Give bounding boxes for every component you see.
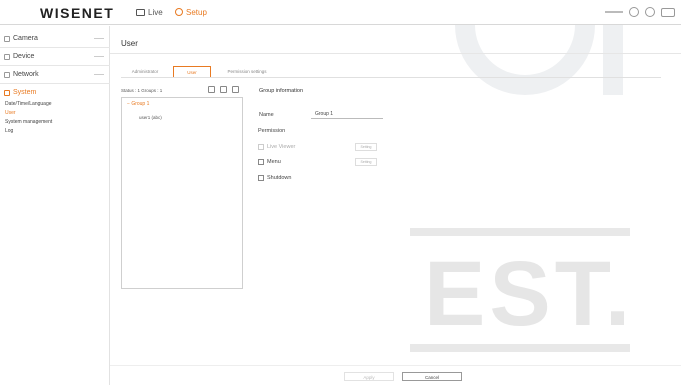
system-icon bbox=[4, 90, 10, 96]
user-tree bbox=[121, 97, 243, 289]
sidebar-item-camera[interactable]: Camera bbox=[0, 30, 110, 48]
app-window: EST. WISENET Live Setup Camera Device Ne… bbox=[0, 0, 681, 385]
permission-item-label: Shutdown bbox=[267, 175, 292, 181]
permission-menu: Menu bbox=[258, 159, 281, 165]
gear-icon bbox=[175, 8, 183, 16]
menu-line-icon bbox=[605, 11, 623, 13]
status-text: Status : 1 Groups : 1 bbox=[121, 88, 163, 93]
sidebar-item-network[interactable]: Network bbox=[0, 66, 110, 84]
live-viewer-checkbox[interactable] bbox=[258, 144, 264, 150]
watermark-text: EST. bbox=[424, 243, 635, 345]
live-viewer-setting-button[interactable]: Setting bbox=[355, 143, 377, 151]
permission-item-label: Menu bbox=[267, 159, 281, 165]
menu-setting-button[interactable]: Setting bbox=[355, 158, 377, 166]
menu-checkbox[interactable] bbox=[258, 159, 264, 165]
user-icon[interactable] bbox=[629, 7, 639, 17]
nav-setup[interactable]: Setup bbox=[175, 8, 207, 17]
tree-group-item[interactable]: − Group 1 bbox=[127, 101, 149, 107]
nav-live-label: Live bbox=[148, 8, 163, 17]
nav-setup-label: Setup bbox=[186, 8, 207, 17]
network-icon bbox=[4, 72, 10, 78]
logout-icon[interactable] bbox=[661, 7, 675, 17]
chevron-icon bbox=[94, 38, 104, 39]
sidebar-item-label: Camera bbox=[13, 35, 38, 42]
sidebar-item-device[interactable]: Device bbox=[0, 48, 110, 66]
help-icon[interactable] bbox=[645, 7, 655, 17]
divider bbox=[110, 53, 681, 54]
monitor-icon bbox=[136, 9, 145, 16]
shutdown-checkbox[interactable] bbox=[258, 175, 264, 181]
sidebar-item-label: Device bbox=[13, 53, 35, 60]
submenu-system-management[interactable]: System management bbox=[5, 119, 52, 125]
divider bbox=[110, 365, 681, 366]
chevron-icon bbox=[94, 74, 104, 75]
cancel-button[interactable]: Cancel bbox=[402, 372, 462, 381]
permission-label: Permission bbox=[258, 128, 286, 134]
tree-toolbar bbox=[208, 86, 239, 93]
apply-button[interactable]: Apply bbox=[344, 372, 394, 381]
sidebar-item-label: System bbox=[13, 89, 37, 96]
permission-item-label: Live Viewer bbox=[267, 144, 296, 150]
camera-icon bbox=[4, 36, 10, 42]
topbar-icons bbox=[605, 7, 675, 17]
sidebar-item-system[interactable]: System bbox=[0, 84, 110, 102]
submenu-log[interactable]: Log bbox=[5, 128, 13, 134]
logo: WISENET bbox=[40, 5, 115, 21]
watermark-bar bbox=[410, 344, 630, 352]
sidebar-item-label: Network bbox=[13, 71, 39, 78]
submenu-user[interactable]: User bbox=[5, 110, 16, 116]
permission-live-viewer: Live Viewer bbox=[258, 144, 295, 150]
top-bar: WISENET Live Setup bbox=[0, 0, 681, 25]
tree-user-item[interactable]: user1 (abc) bbox=[139, 115, 162, 120]
divider bbox=[121, 77, 661, 78]
tree-group-label: Group 1 bbox=[131, 101, 150, 107]
group-information-title: Group information bbox=[259, 88, 304, 94]
name-label: Name bbox=[259, 112, 274, 118]
page-title: User bbox=[121, 39, 138, 48]
device-icon bbox=[4, 54, 10, 60]
add-group-icon[interactable] bbox=[208, 86, 215, 93]
permission-shutdown: Shutdown bbox=[258, 175, 291, 181]
sidebar: Camera Device Network System Date/Time/L… bbox=[0, 26, 110, 385]
group-name-field[interactable]: Group 1 bbox=[311, 110, 383, 119]
add-user-icon[interactable] bbox=[220, 86, 227, 93]
chevron-icon bbox=[94, 56, 104, 57]
nav-live[interactable]: Live bbox=[136, 8, 163, 17]
submenu-date-time-language[interactable]: Date/Time/Language bbox=[5, 101, 52, 107]
watermark-bar bbox=[410, 228, 630, 236]
delete-icon[interactable] bbox=[232, 86, 239, 93]
